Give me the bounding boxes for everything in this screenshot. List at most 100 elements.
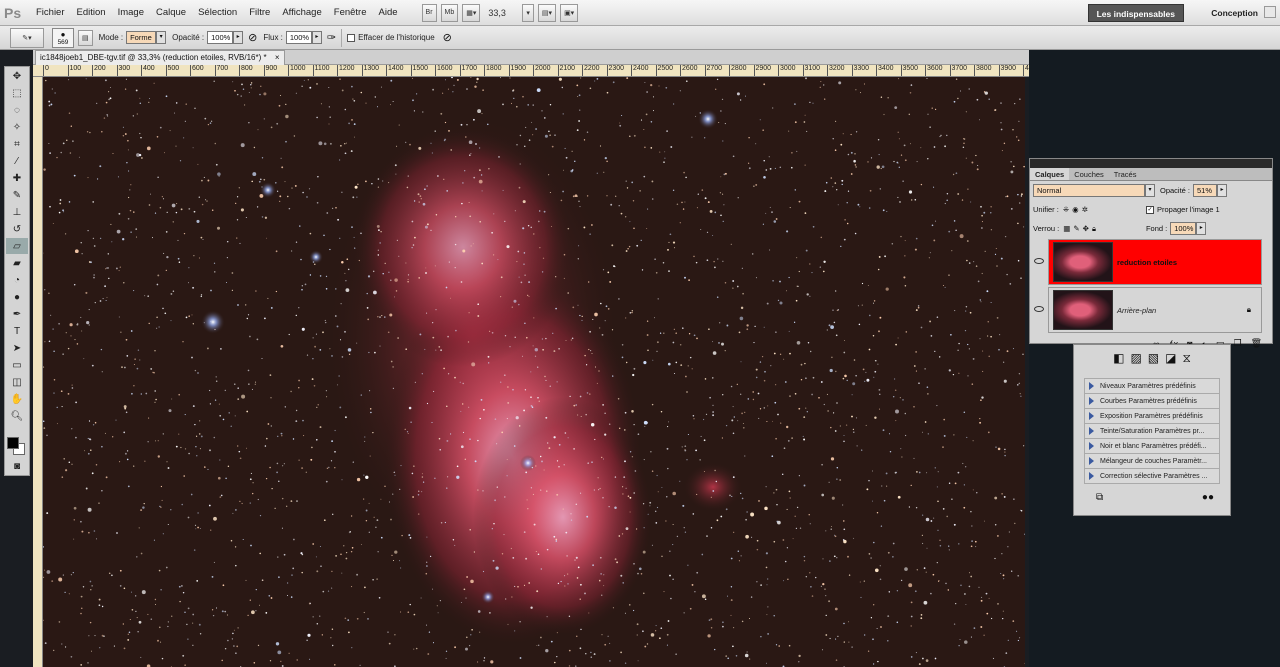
- menu-selection[interactable]: Sélection: [192, 0, 243, 26]
- preset-exposure[interactable]: Exposition Paramètres prédéfinis: [1084, 409, 1220, 424]
- new-layer-icon[interactable]: ❐: [1233, 338, 1241, 349]
- layer-name[interactable]: reduction etoiles: [1117, 258, 1177, 267]
- healing-brush-tool-icon[interactable]: ✚: [6, 170, 28, 186]
- menu-filtre[interactable]: Filtre: [243, 0, 276, 26]
- quick-selection-tool-icon[interactable]: ✧: [6, 119, 28, 135]
- lock-transparency-icon[interactable]: ▦: [1063, 224, 1070, 233]
- propagate-checkbox[interactable]: ✓: [1145, 205, 1154, 214]
- ruler-tick-label: 700: [214, 65, 228, 76]
- tab-couches[interactable]: Couches: [1069, 168, 1109, 180]
- preset-levels[interactable]: Niveaux Paramètres prédéfinis: [1084, 379, 1220, 394]
- path-selection-tool-icon[interactable]: ➤: [6, 340, 28, 356]
- quick-mask-icon[interactable]: ◙: [6, 458, 28, 474]
- menu-calque[interactable]: Calque: [150, 0, 192, 26]
- lock-pixels-icon[interactable]: ✎: [1073, 224, 1079, 233]
- screen-mode-button[interactable]: ▣▾: [560, 3, 579, 22]
- opacity-field[interactable]: 100%: [207, 31, 234, 44]
- brush-picker[interactable]: ● 569: [52, 27, 74, 48]
- layer-opacity-field[interactable]: 51%: [1193, 184, 1218, 197]
- hand-tool-icon[interactable]: ✋: [6, 391, 28, 407]
- airbrush-icon[interactable]: ✑: [327, 31, 336, 44]
- levels-icon[interactable]: ▨: [1130, 351, 1141, 366]
- unify-visibility-icon[interactable]: ◉: [1072, 205, 1079, 214]
- mode-select[interactable]: Forme: [126, 31, 157, 44]
- extras-button[interactable]: ▦▾: [462, 3, 481, 22]
- pen-tool-icon[interactable]: ✒: [6, 306, 28, 322]
- clip-to-layer-icon[interactable]: ⧉: [1096, 492, 1103, 503]
- visibility-eye-icon[interactable]: [1034, 306, 1044, 312]
- layer-row-arriere-plan[interactable]: Arrière-plan 🔒︎: [1048, 287, 1262, 333]
- tool-preset-picker[interactable]: ✎▾: [10, 27, 44, 48]
- type-tool-icon[interactable]: T: [6, 323, 28, 339]
- shape-tool-icon[interactable]: ▭: [6, 357, 28, 373]
- layer-opacity-slider-icon[interactable]: ▸: [1217, 184, 1228, 197]
- menu-affichage[interactable]: Affichage: [276, 0, 327, 26]
- brightness-contrast-icon[interactable]: ◧: [1113, 351, 1124, 366]
- vibrance-icon[interactable]: ⧖: [1182, 351, 1190, 366]
- pressure-size-icon[interactable]: ⊘: [443, 31, 452, 44]
- flux-field[interactable]: 100%: [285, 31, 312, 44]
- curves-icon[interactable]: ▧: [1148, 351, 1159, 366]
- panel-header[interactable]: [1030, 159, 1272, 168]
- menu-aide[interactable]: Aide: [373, 0, 404, 26]
- unify-position-icon[interactable]: ⁜: [1063, 205, 1069, 214]
- document-canvas[interactable]: [43, 77, 1025, 667]
- flux-slider-icon[interactable]: ▸: [311, 31, 322, 44]
- panel-options-icon[interactable]: ●●: [1202, 492, 1214, 503]
- menu-fichier[interactable]: Fichier: [30, 0, 71, 26]
- brush-tool-icon[interactable]: ✎: [6, 187, 28, 203]
- preset-hue-saturation[interactable]: Teinte/Saturation Paramètres pr...: [1084, 424, 1220, 439]
- arrange-documents-button[interactable]: ▤▾: [537, 3, 557, 22]
- gradient-tool-icon[interactable]: ▰: [6, 255, 28, 271]
- unify-style-icon[interactable]: ✲: [1082, 205, 1088, 214]
- close-document-icon[interactable]: ×: [275, 53, 280, 62]
- layer-row-reduction-etoiles[interactable]: reduction etoiles: [1048, 239, 1262, 285]
- marquee-tool-icon[interactable]: ⬚: [6, 85, 28, 101]
- tab-traces[interactable]: Tracés: [1109, 168, 1142, 180]
- exposure-icon[interactable]: ◪: [1165, 351, 1176, 366]
- eraser-tool-icon[interactable]: ▱: [6, 238, 28, 254]
- menu-edition[interactable]: Edition: [71, 0, 112, 26]
- 3d-tool-icon[interactable]: ◫: [6, 374, 28, 390]
- tab-calques[interactable]: Calques: [1030, 168, 1070, 180]
- dodge-tool-icon[interactable]: ●: [6, 289, 28, 305]
- workspace-design-button[interactable]: Conception: [1211, 4, 1258, 22]
- zoom-tool-icon[interactable]: 🔍︎: [6, 408, 28, 424]
- window-minimize-icon[interactable]: [1264, 6, 1276, 18]
- zoom-level[interactable]: 33,3: [488, 8, 518, 18]
- mode-dropdown-icon[interactable]: ▾: [156, 31, 167, 44]
- visibility-eye-icon[interactable]: [1034, 258, 1044, 264]
- lasso-tool-icon[interactable]: ◌: [6, 102, 28, 118]
- ruler-tick-label: 3200: [827, 65, 845, 76]
- brush-panel-toggle-icon[interactable]: ▤: [78, 29, 93, 46]
- preset-selective-color[interactable]: Correction sélective Paramètres ...: [1084, 469, 1220, 484]
- lock-all-icon[interactable]: 🔒︎: [1092, 224, 1096, 234]
- workspace-essentials-button[interactable]: Les indispensables: [1087, 4, 1184, 22]
- preset-black-white[interactable]: Noir et blanc Paramètres prédéfi...: [1084, 439, 1220, 454]
- pressure-opacity-icon[interactable]: ⊘: [248, 31, 257, 44]
- fill-field[interactable]: 100%: [1170, 222, 1197, 235]
- clone-stamp-tool-icon[interactable]: ⊥: [6, 204, 28, 220]
- history-brush-tool-icon[interactable]: ↺: [6, 221, 28, 237]
- blend-mode-select[interactable]: Normal: [1033, 184, 1145, 197]
- document-tab[interactable]: ic1848joeb1_DBE-tgv.tif @ 33,3% (reducti…: [35, 50, 285, 65]
- delete-layer-icon[interactable]: 🗑︎: [1251, 338, 1262, 349]
- mini-bridge-button[interactable]: Mb: [440, 3, 459, 22]
- eyedropper-tool-icon[interactable]: ⁄: [6, 153, 28, 169]
- preset-curves[interactable]: Courbes Paramètres prédéfinis: [1084, 394, 1220, 409]
- layer-name[interactable]: Arrière-plan: [1117, 306, 1156, 315]
- erase-history-checkbox[interactable]: [347, 33, 356, 42]
- preset-channel-mixer[interactable]: Mélangeur de couches Paramètr...: [1084, 454, 1220, 469]
- foreground-color-swatch[interactable]: [7, 437, 19, 449]
- zoom-dropdown-icon[interactable]: ▾: [522, 3, 534, 22]
- lock-position-icon[interactable]: ✥: [1083, 224, 1089, 233]
- blend-mode-dropdown-icon[interactable]: ▾: [1145, 184, 1155, 197]
- menu-image[interactable]: Image: [112, 0, 150, 26]
- blur-tool-icon[interactable]: ◔: [6, 272, 28, 288]
- menu-fenetre[interactable]: Fenêtre: [328, 0, 373, 26]
- move-tool-icon[interactable]: ✥: [6, 68, 28, 84]
- crop-tool-icon[interactable]: ⌗: [6, 136, 28, 152]
- fill-slider-icon[interactable]: ▸: [1196, 222, 1207, 235]
- bridge-button[interactable]: Br: [421, 3, 437, 22]
- opacity-slider-icon[interactable]: ▸: [233, 31, 244, 44]
